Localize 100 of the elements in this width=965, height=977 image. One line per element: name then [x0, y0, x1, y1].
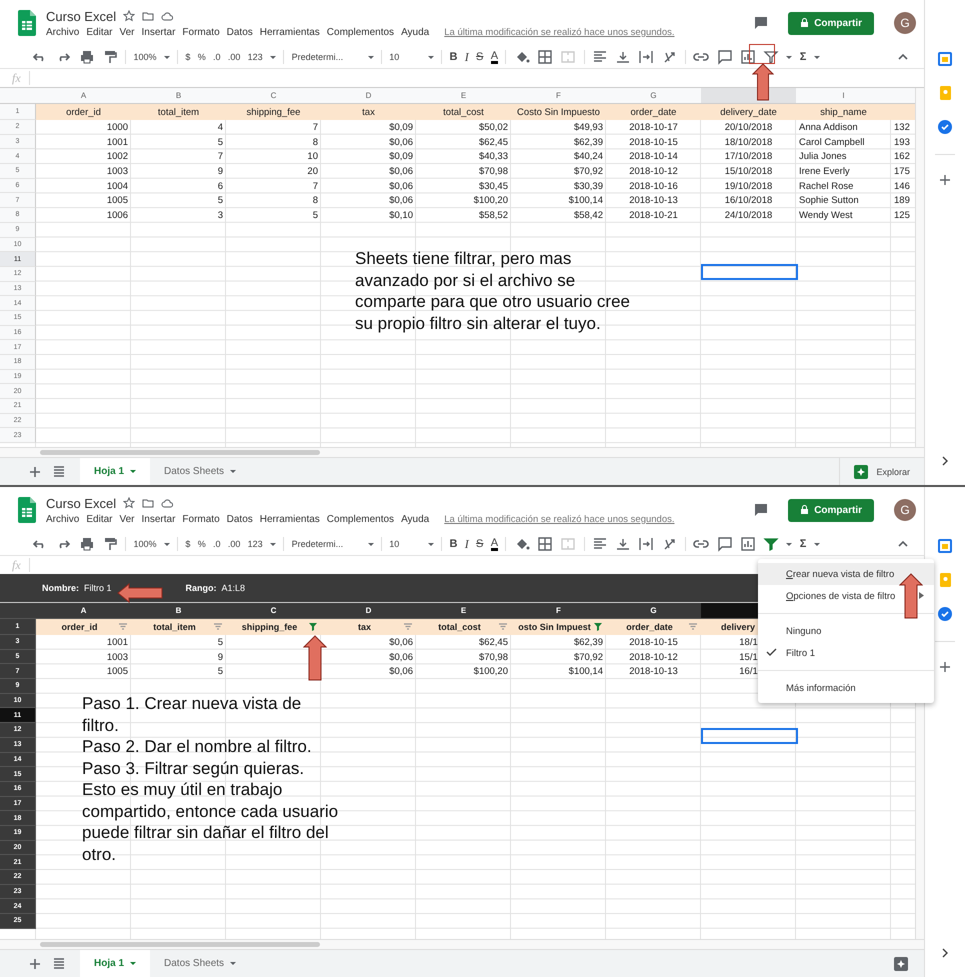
menu-item[interactable]: Ninguno	[758, 620, 934, 642]
table-cell: $30,39	[574, 180, 603, 192]
account-avatar[interactable]: G	[894, 499, 916, 521]
percent-button[interactable]: %	[198, 52, 206, 62]
table-cell: $0,09	[389, 122, 413, 133]
table-cell: 20	[307, 166, 318, 177]
strikethrough-button[interactable]: S	[476, 51, 484, 63]
column-letter[interactable]: B	[131, 88, 226, 103]
menu-item[interactable]: Insertar	[142, 26, 176, 38]
menu-item[interactable]: Archivo	[46, 26, 80, 38]
sheet-tab[interactable]: Datos Sheets	[150, 458, 250, 485]
bold-button[interactable]: B	[450, 51, 458, 63]
currency-button[interactable]: $	[185, 539, 190, 549]
menu-item[interactable]: Opciones de vista de filtro	[758, 585, 934, 607]
percent-button[interactable]: %	[198, 539, 206, 549]
table-cell: 2018-10-17	[629, 122, 678, 133]
column-header: Costo Sin Impuesto	[517, 106, 600, 118]
last-edit-link[interactable]: La última modificación se realizó hace unos segundos.	[444, 26, 674, 38]
menu-item[interactable]: Editar	[86, 514, 112, 524]
table-cell: 162	[894, 151, 910, 162]
column-letter[interactable]: F	[511, 88, 606, 103]
column-letter[interactable]: D	[321, 88, 416, 103]
sheet-tab[interactable]: Hoja 1	[80, 458, 150, 485]
filter-name-field[interactable]: Filtro 1	[84, 583, 112, 593]
decrease-decimals-button[interactable]: .0	[213, 52, 221, 62]
table-cell: Irene Everly	[799, 166, 850, 177]
increase-decimals-button[interactable]: .00	[228, 52, 240, 62]
formula-label: fx	[12, 558, 21, 572]
column-letter[interactable]: I	[796, 88, 891, 103]
menu-item[interactable]: Ver	[119, 514, 134, 524]
sheet-tab[interactable]: Datos Sheets	[150, 950, 250, 977]
menu-item[interactable]: Más información	[758, 677, 934, 699]
document-title[interactable]: Curso Excel	[46, 8, 116, 24]
column-letter[interactable]: A	[36, 88, 131, 103]
column-letter[interactable]: G	[606, 88, 701, 103]
table-cell: $100,20	[474, 195, 508, 206]
menu-item[interactable]: Insertar	[142, 514, 176, 524]
table-cell: 5	[218, 636, 223, 648]
table-cell: 1001	[106, 136, 128, 148]
menu-item[interactable]: Filtro 1	[758, 642, 934, 664]
table-cell: 2018-10-15	[629, 636, 678, 648]
filter-name-label: Nombre:	[42, 583, 80, 593]
font-select[interactable]: Predetermi...	[292, 52, 344, 62]
table-cell: Anna Addison	[799, 122, 858, 133]
zoom-select[interactable]: 100%	[133, 539, 157, 549]
menu-item[interactable]: Formato	[182, 26, 220, 38]
menu-item[interactable]: Editar	[86, 26, 112, 38]
table-cell: 1002	[106, 151, 128, 162]
menu-item[interactable]: Ayuda	[401, 514, 430, 524]
bold-button[interactable]: B	[450, 538, 458, 550]
table-cell: 1004	[106, 180, 128, 192]
menu-item[interactable]: Complementos	[326, 26, 394, 38]
menu-item[interactable]: Ayuda	[401, 26, 430, 38]
table-cell: 5	[218, 195, 223, 206]
font-size-select[interactable]: 10	[389, 52, 400, 62]
decrease-decimals-button[interactable]: .0	[213, 539, 221, 549]
share-button[interactable]: Compartir	[788, 498, 874, 522]
table-cell: 15/1	[739, 652, 758, 663]
table-cell: $70,92	[574, 166, 603, 177]
menu-item[interactable]: Datos	[226, 514, 253, 524]
column-letter[interactable]: E	[416, 88, 511, 103]
menu-item[interactable]: Formato	[182, 514, 220, 524]
table-cell: 2018-10-16	[629, 180, 678, 192]
increase-decimals-button[interactable]: .00	[228, 539, 240, 549]
text-color-button[interactable]: A	[490, 50, 498, 64]
text-color-button[interactable]: A	[490, 538, 498, 550]
font-select[interactable]: Predetermi...	[292, 539, 344, 549]
functions-button[interactable]: Σ	[800, 538, 806, 550]
number-format-button[interactable]: 123	[248, 52, 263, 62]
column-header: order_id	[60, 622, 98, 632]
zoom-select[interactable]: 100%	[133, 52, 157, 62]
column-letter[interactable]: C	[226, 88, 321, 103]
table-cell: $62,39	[574, 636, 603, 648]
sheet-tab[interactable]: Hoja 1	[80, 950, 150, 977]
table-cell: Carol Campbell	[799, 136, 864, 148]
document-title[interactable]: Curso Excel	[46, 496, 116, 510]
functions-button[interactable]: Σ	[800, 51, 806, 63]
account-avatar[interactable]: G	[894, 12, 916, 34]
table-cell: 18/10/2018	[724, 136, 772, 148]
menu-item[interactable]: Archivo	[46, 514, 80, 524]
strikethrough-button[interactable]: S	[476, 538, 484, 550]
number-format-button[interactable]: 123	[248, 539, 263, 549]
table-cell: 7	[218, 151, 223, 162]
italic-button[interactable]: I	[464, 50, 469, 64]
table-cell: $58,52	[478, 210, 508, 221]
menu-item[interactable]: Complementos	[326, 514, 394, 524]
share-button[interactable]: Compartir	[788, 12, 874, 34]
filter-range-field[interactable]: A1:L8	[222, 583, 246, 593]
table-cell: 2018-10-21	[629, 210, 678, 221]
currency-button[interactable]: $	[185, 52, 190, 62]
menu-item[interactable]: Herramientas	[260, 26, 320, 38]
font-size-select[interactable]: 10	[389, 539, 400, 549]
menu-item[interactable]: Crear nueva vista de filtro	[758, 563, 934, 585]
menu-item[interactable]: Ver	[119, 26, 134, 38]
last-edit-link[interactable]: La última modificación se realizó hace unos segundos.	[444, 514, 674, 524]
menu-item[interactable]: Herramientas	[260, 514, 320, 524]
table-cell: 7	[312, 122, 318, 133]
column-header: order_id	[66, 106, 101, 118]
italic-button[interactable]: I	[464, 536, 469, 552]
menu-item[interactable]: Datos	[226, 26, 253, 38]
